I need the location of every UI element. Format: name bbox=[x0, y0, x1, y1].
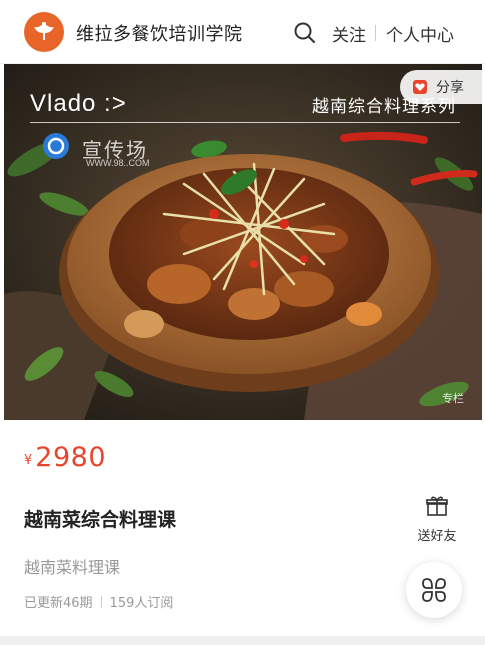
watermark: 宣传场 WWW.98..COM bbox=[42, 132, 182, 168]
course-meta: 已更新46期 159人订阅 bbox=[24, 592, 173, 611]
update-count: 已更新46期 bbox=[24, 596, 93, 611]
banner-divider bbox=[30, 122, 460, 123]
meta-divider bbox=[100, 595, 102, 608]
follow-button[interactable]: 关注 bbox=[332, 21, 366, 46]
course-banner[interactable]: 分享 Vlado :> 越南综合料理系列 宣传场 WWW.98..COM 专栏 bbox=[4, 64, 482, 420]
price-value: 2980 bbox=[35, 442, 106, 473]
gift-to-friend-button[interactable]: 送好友 bbox=[412, 494, 462, 544]
gift-icon bbox=[426, 496, 448, 516]
header-divider bbox=[375, 25, 376, 41]
banner-series: 越南综合料理系列 bbox=[312, 97, 456, 117]
bottom-divider bbox=[0, 636, 485, 645]
subscriber-count: 159人订阅 bbox=[109, 596, 174, 611]
brand-name: 维拉多餐饮培训学院 bbox=[76, 24, 243, 45]
grid-menu-icon bbox=[422, 578, 446, 602]
top-header: 维拉多餐饮培训学院 关注 个人中心 bbox=[0, 0, 485, 64]
price: ¥2980 bbox=[24, 442, 106, 473]
floating-menu-button[interactable] bbox=[406, 562, 462, 618]
watermark-url: WWW.98..COM bbox=[86, 158, 150, 168]
banner-title: Vlado :> bbox=[30, 90, 127, 117]
search-icon[interactable] bbox=[292, 20, 318, 46]
course-subtitle: 越南菜料理课 bbox=[24, 558, 121, 577]
phoenix-logo-icon[interactable] bbox=[24, 12, 64, 52]
gift-label: 送好友 bbox=[417, 529, 457, 544]
price-symbol: ¥ bbox=[24, 453, 33, 468]
course-title: 越南菜综合料理课 bbox=[24, 509, 177, 531]
column-tag: 专栏 bbox=[442, 392, 464, 405]
watermark-logo-icon bbox=[43, 133, 69, 159]
profile-link[interactable]: 个人中心 bbox=[386, 21, 454, 46]
